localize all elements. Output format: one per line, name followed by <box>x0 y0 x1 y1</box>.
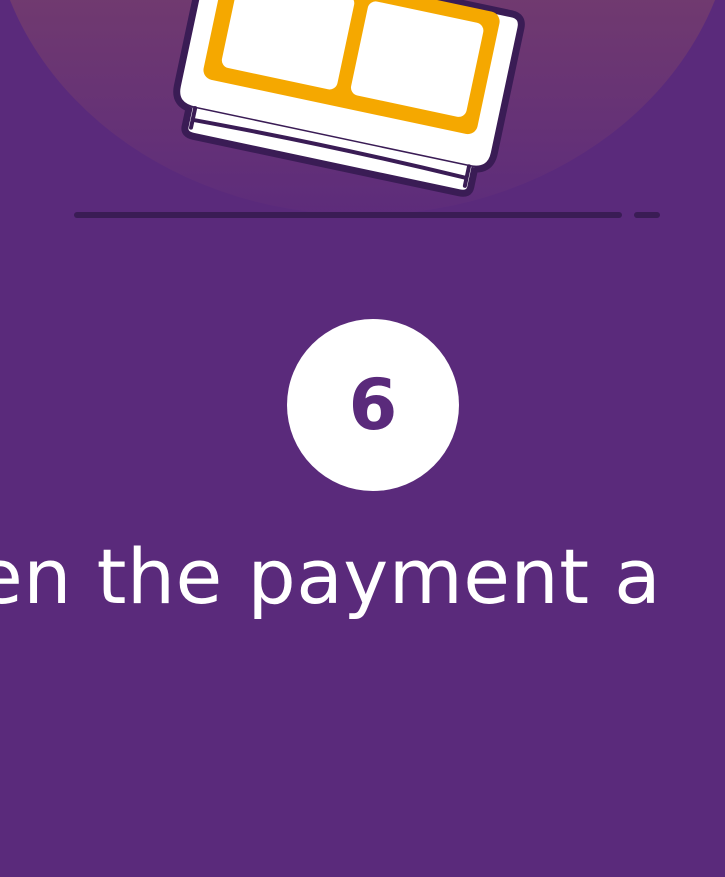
receipt-card-icon <box>130 0 550 230</box>
step-number-badge: 6 <box>287 319 459 491</box>
step-number: 6 <box>348 364 398 446</box>
step-caption: en the payment a <box>0 532 662 621</box>
shelf-line <box>74 212 622 218</box>
onboarding-slide: 6 en the payment a <box>0 0 725 877</box>
shelf-dash <box>634 212 660 218</box>
